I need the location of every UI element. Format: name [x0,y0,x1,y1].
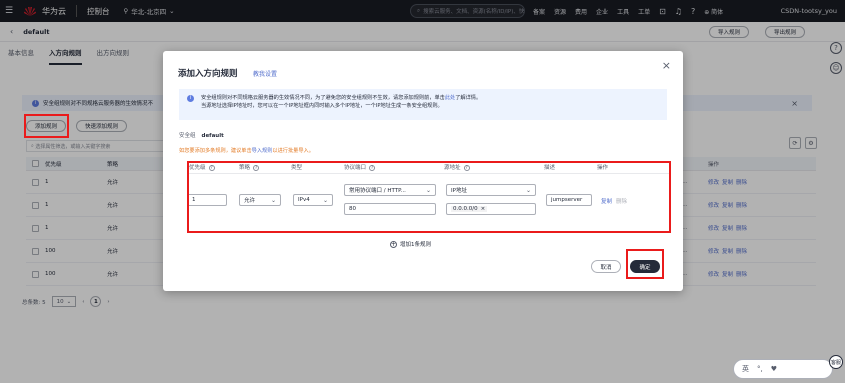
sg-value: default [201,133,224,139]
punctuation-icon: °, [757,365,763,373]
cancel-button[interactable]: 取消 [591,260,621,273]
notice-banner: i 安全组规则对不同规格云服务器的生效情况不同，为了避免您的安全组规则不生效，请… [179,89,667,120]
shirt-icon: ♥ [770,365,778,373]
notice-text-1-end: 了解详情。 [455,95,482,101]
notice-link[interactable]: 此处 [445,95,455,101]
ime-label: 英 [742,365,749,373]
add-rule-row-label: 增加1条规则 [400,242,431,248]
customer-service-icon[interactable]: 客服 [829,355,843,369]
chat-toolbar[interactable]: 英 °, ♥ [733,359,833,379]
notice-text-1: 安全组规则对不同规格云服务器的生效情况不同，为了避免您的安全组规则不生效，请您添… [201,95,445,101]
security-group-line: 安全组 default [179,131,224,139]
plus-icon: + [390,240,397,248]
notice-text-2: 当源地址选择IP地址时，您可以在一个IP地址框内同时输入多个IP地址，一个IP地… [201,102,443,109]
dialog-title: 添加入方向规则 [178,69,238,79]
highlight-rule-row [187,161,671,233]
import-rules-link[interactable]: 导入规则 [252,148,273,154]
close-icon[interactable]: × [662,59,671,72]
tip-text: 如您要添加多条规则，建议单击 [179,148,252,154]
chat-assistant[interactable]: 英 °, ♥ 客服 [733,355,843,381]
import-tip: 如您要添加多条规则，建议单击导入规则以进行批量导入。 [179,147,314,154]
info-icon: i [187,95,194,102]
highlight-confirm [626,249,664,279]
tip-end: 以进行批量导入。 [272,148,314,154]
add-inbound-rule-dialog: 添加入方向规则 教我设置 × i 安全组规则对不同规格云服务器的生效情况不同，为… [163,51,683,291]
sg-label: 安全组 [179,133,196,139]
help-link[interactable]: 教我设置 [253,69,277,78]
highlight-add-rule [24,114,69,138]
add-rule-row-button[interactable]: + 增加1条规则 [390,240,431,248]
